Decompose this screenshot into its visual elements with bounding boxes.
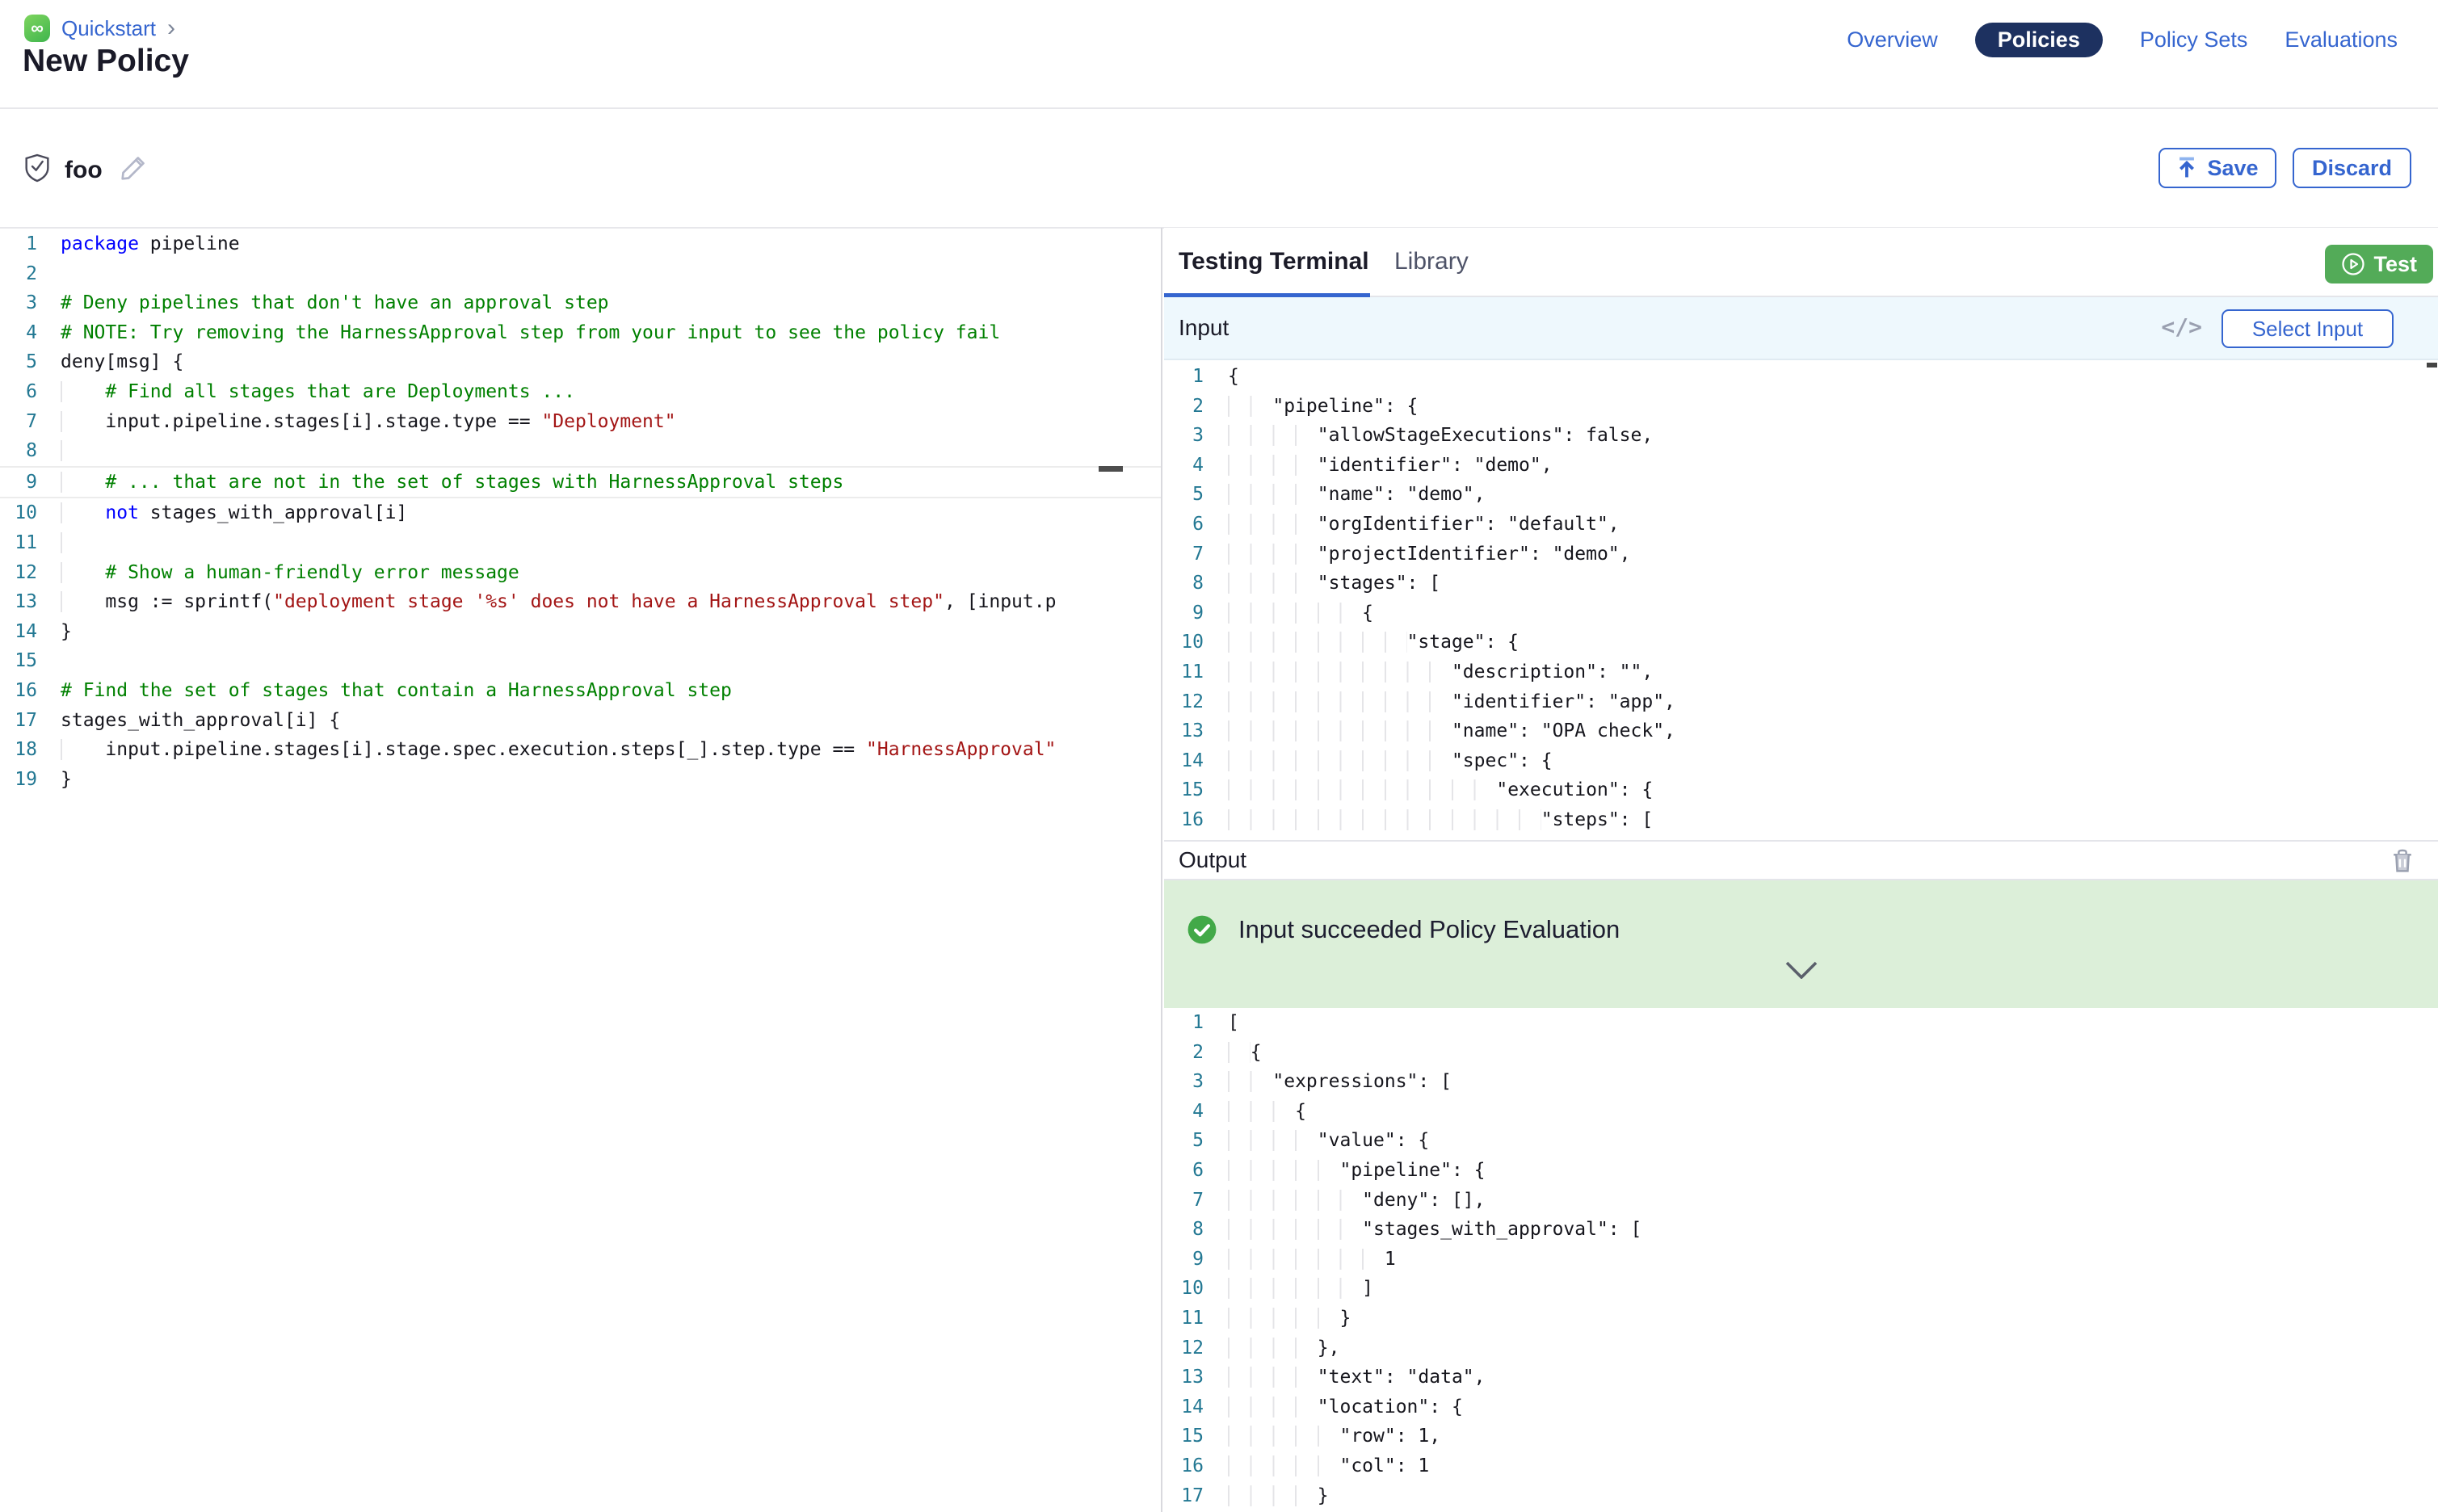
tab-library-label: Library (1394, 248, 1469, 275)
input-overview-ruler-marker (2427, 363, 2437, 368)
code-brackets-icon[interactable]: </> (2161, 313, 2202, 340)
tab-policies[interactable]: Policies (1975, 23, 2103, 57)
tab-overview[interactable]: Overview (1847, 27, 1938, 52)
testing-panel-tabs: Testing Terminal Library Test (1164, 228, 2438, 297)
output-json-editor: 1[2 {3 "expressions": [4 {5 "value": {6 … (1164, 1008, 2438, 1512)
discard-label: Discard (2312, 156, 2392, 181)
header-divider (0, 107, 2438, 109)
output-label: Output (1179, 842, 1246, 879)
input-label: Input (1179, 297, 1229, 359)
governance-tabs: Overview Policies Policy Sets Evaluation… (1847, 23, 2398, 57)
test-label: Test (2373, 252, 2417, 277)
tab-evaluations[interactable]: Evaluations (2285, 27, 2398, 52)
success-check-icon (1187, 914, 1217, 945)
test-button[interactable]: Test (2325, 245, 2433, 284)
edit-pencil-icon[interactable] (117, 152, 149, 188)
input-json-editor[interactable]: 1{2 "pipeline": {3 "allowStageExecutions… (1164, 362, 2438, 837)
panel-divider (1161, 228, 1162, 1512)
policy-name-row: foo (24, 152, 149, 188)
evaluation-result-banner: Input succeeded Policy Evaluation (1164, 880, 2438, 1008)
breadcrumb-chevron-icon: › (167, 18, 175, 39)
overview-ruler-marker (1099, 466, 1123, 472)
play-icon (2341, 252, 2365, 276)
output-section-header: Output (1164, 840, 2438, 880)
banner-row: Input succeeded Policy Evaluation (1187, 914, 1620, 945)
policy-name: foo (65, 157, 103, 184)
save-button[interactable]: Save (2158, 148, 2276, 188)
upload-icon (2176, 157, 2197, 179)
banner-text: Input succeeded Policy Evaluation (1238, 915, 1620, 944)
trash-icon[interactable] (2390, 847, 2415, 879)
chevron-down-icon[interactable] (1785, 961, 1818, 983)
page-title: New Policy (23, 44, 189, 79)
tab-testing-terminal[interactable]: Testing Terminal (1179, 228, 1371, 296)
shield-check-icon (24, 153, 50, 187)
breadcrumb-project-link[interactable]: Quickstart (61, 16, 156, 41)
select-input-button[interactable]: Select Input (2222, 309, 2394, 348)
save-label: Save (2207, 156, 2258, 181)
project-icon: ∞ (24, 15, 50, 42)
input-section-header: Input </> Select Input (1164, 297, 2438, 360)
tab-library[interactable]: Library (1394, 228, 1469, 296)
select-input-label: Select Input (2252, 317, 2363, 342)
policy-code-editor[interactable]: 1package pipeline23# Deny pipelines that… (0, 229, 1161, 1512)
breadcrumb: ∞ Quickstart › (24, 15, 175, 42)
discard-button[interactable]: Discard (2293, 148, 2411, 188)
tab-policy-sets[interactable]: Policy Sets (2140, 27, 2248, 52)
tab-testing-terminal-label: Testing Terminal (1179, 248, 1369, 275)
